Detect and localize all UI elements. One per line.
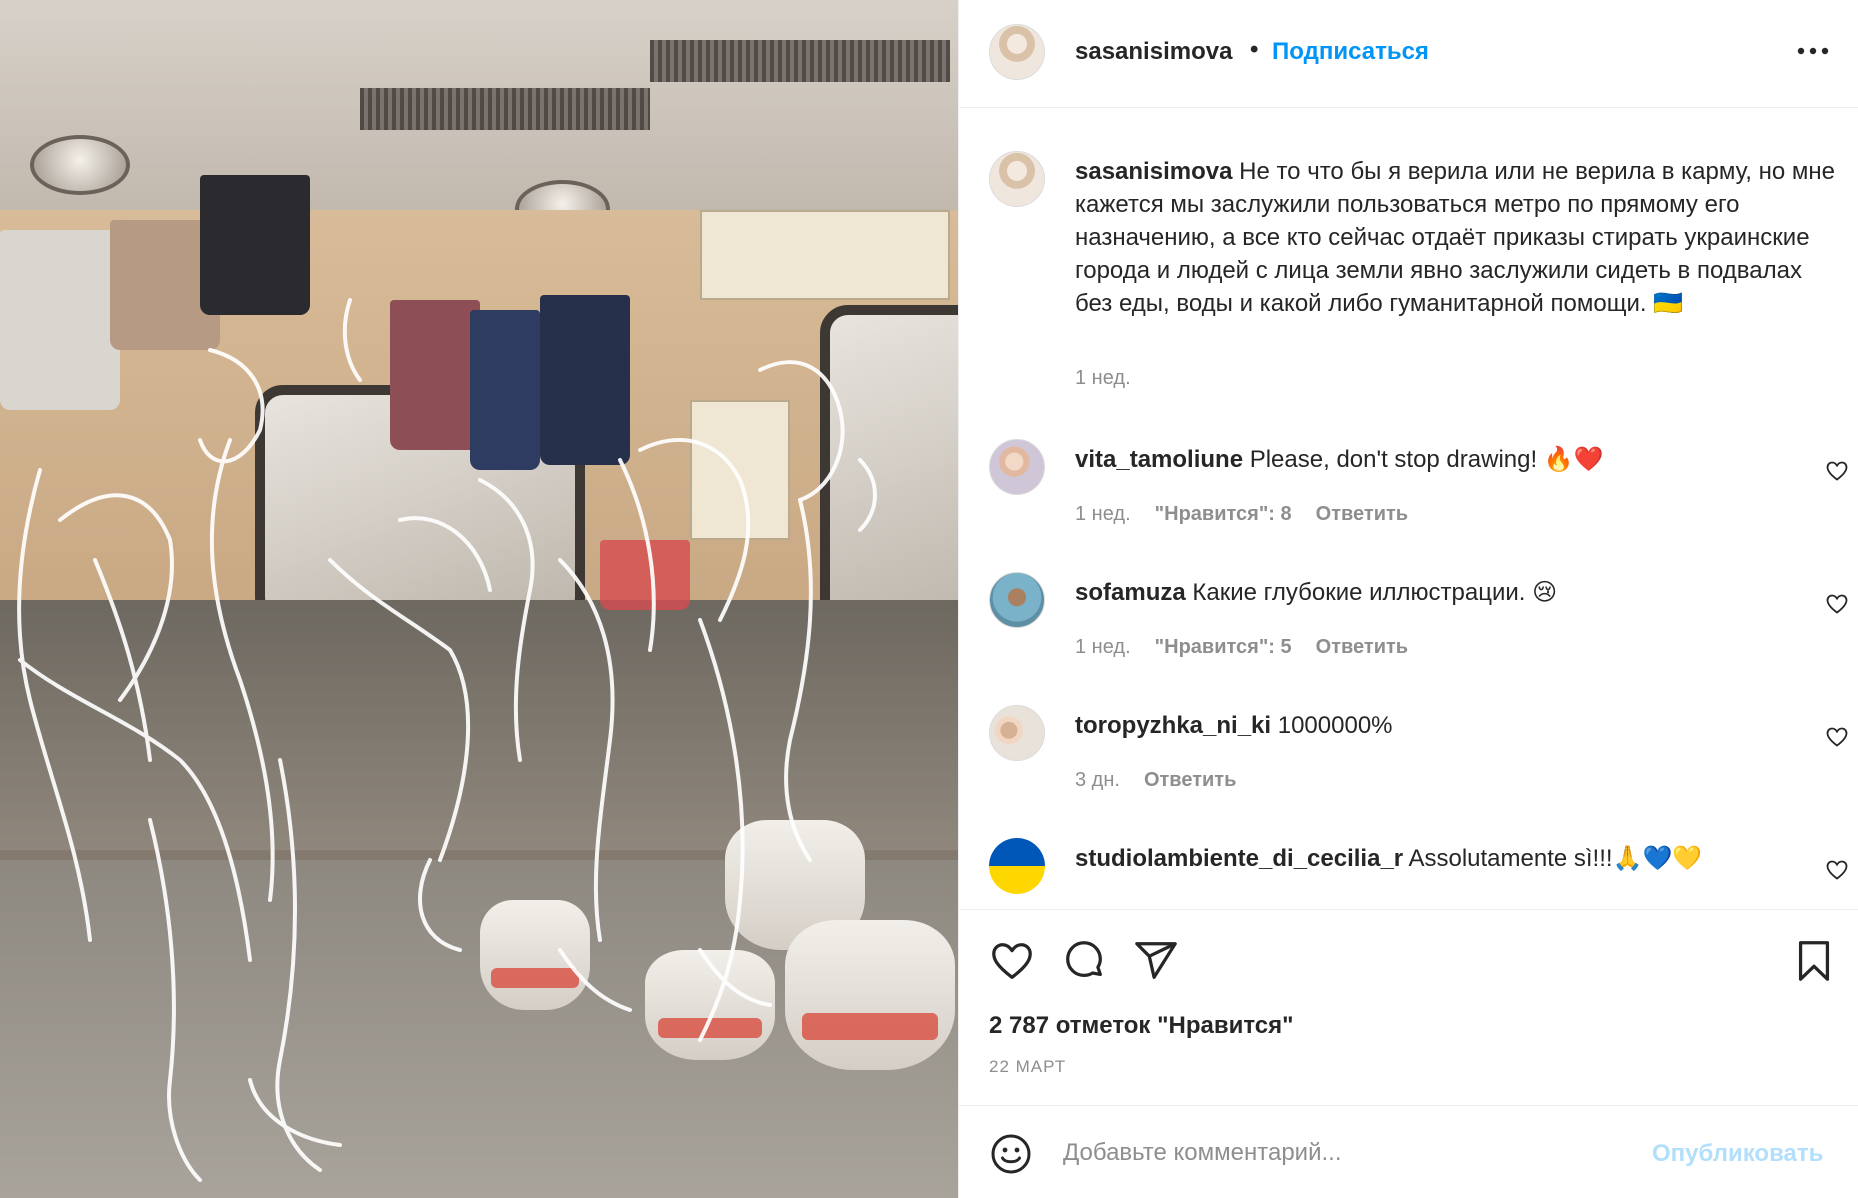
comment-text: vita_tamoliune Please, don't stop drawin… — [1075, 443, 1775, 476]
comment-meta: 3 дн. Ответить — [1075, 769, 1236, 792]
comment-item: toropyzhka_ni_ki 1000000% 3 дн. Ответить — [989, 705, 1848, 825]
comment-like-heart-icon[interactable] — [1825, 592, 1849, 616]
comment-time: 3 дн. — [1075, 769, 1120, 791]
reply-button[interactable]: Ответить — [1316, 503, 1408, 526]
comments-list[interactable]: sasanisimova Не то что бы я верила или н… — [959, 109, 1858, 909]
comment-bubble-icon[interactable] — [1061, 938, 1107, 984]
likes-count[interactable]: 2 787 отметок "Нравится" — [989, 1012, 1294, 1040]
reply-button[interactable]: Ответить — [1316, 636, 1408, 659]
more-options-icon[interactable] — [1793, 36, 1833, 66]
follow-button[interactable]: Подписаться — [1272, 38, 1429, 66]
comment-username[interactable]: vita_tamoliune — [1075, 446, 1243, 473]
comment-body: Please, don't stop drawing! 🔥❤️ — [1249, 446, 1604, 473]
comment-time: 1 нед. — [1075, 503, 1131, 525]
author-avatar[interactable] — [989, 24, 1045, 80]
post-actions: 2 787 отметок "Нравится" 22 МАРТ — [959, 909, 1858, 1115]
commenter-avatar[interactable] — [989, 572, 1045, 628]
save-bookmark-icon[interactable] — [1791, 938, 1837, 984]
publish-button[interactable]: Опубликовать — [1652, 1140, 1823, 1168]
post-header: sasanisimova • Подписаться — [959, 0, 1858, 108]
caption-username[interactable]: sasanisimova — [1075, 158, 1232, 185]
comment-meta: 1 нед. "Нравится": 8 Ответить — [1075, 503, 1408, 526]
caption-time: 1 нед. — [1075, 367, 1131, 389]
comment-text: studiolambiente_di_cecilia_r Assolutamen… — [1075, 842, 1775, 875]
comment-item: vita_tamoliune Please, don't stop drawin… — [989, 439, 1848, 559]
post-date[interactable]: 22 МАРТ — [989, 1057, 1066, 1077]
comment-like-heart-icon[interactable] — [1825, 725, 1849, 749]
like-heart-icon[interactable] — [989, 938, 1035, 984]
photo-sketch-overlay — [17, 298, 877, 1182]
caption-author-avatar[interactable] — [989, 151, 1045, 207]
comment-item: studiolambiente_di_cecilia_r Assolutamen… — [989, 838, 1848, 909]
comment-likes[interactable]: "Нравится": 5 — [1155, 636, 1292, 659]
author-username[interactable]: sasanisimova — [1075, 38, 1232, 66]
header-separator: • — [1250, 36, 1259, 63]
post-detail-panel: sasanisimova • Подписаться sasanisimova … — [958, 0, 1858, 1198]
comment-body: Assolutamente sì!!!🙏💙💛 — [1408, 845, 1703, 872]
comment-text: toropyzhka_ni_ki 1000000% — [1075, 709, 1775, 742]
comment-meta: 1 нед. "Нравится": 5 Ответить — [1075, 636, 1408, 659]
commenter-avatar[interactable] — [989, 439, 1045, 495]
comment-body: 1000000% — [1277, 712, 1393, 739]
caption-text: sasanisimova Не то что бы я верила или н… — [1075, 155, 1835, 320]
comment-username[interactable]: toropyzhka_ni_ki — [1075, 712, 1271, 739]
add-comment-bar: Опубликовать — [959, 1105, 1858, 1198]
comment-input[interactable] — [1063, 1128, 1603, 1178]
commenter-avatar[interactable] — [989, 838, 1045, 894]
share-paper-plane-icon[interactable] — [1133, 938, 1179, 984]
comment-likes[interactable]: "Нравится": 8 — [1155, 503, 1292, 526]
emoji-smiley-icon[interactable] — [989, 1132, 1033, 1176]
commenter-avatar[interactable] — [989, 705, 1045, 761]
post-photo[interactable] — [0, 0, 958, 1198]
comment-like-heart-icon[interactable] — [1825, 858, 1849, 882]
comment-body: Какие глубокие иллюстрации. 😢 — [1192, 579, 1558, 606]
comment-like-heart-icon[interactable] — [1825, 459, 1849, 483]
comment-item: sofamuza Какие глубокие иллюстрации. 😢 1… — [989, 572, 1848, 692]
comment-time: 1 нед. — [1075, 636, 1131, 658]
comment-username[interactable]: sofamuza — [1075, 579, 1186, 606]
comment-text: sofamuza Какие глубокие иллюстрации. 😢 — [1075, 576, 1775, 609]
reply-button[interactable]: Ответить — [1144, 769, 1236, 792]
comment-username[interactable]: studiolambiente_di_cecilia_r — [1075, 845, 1403, 872]
